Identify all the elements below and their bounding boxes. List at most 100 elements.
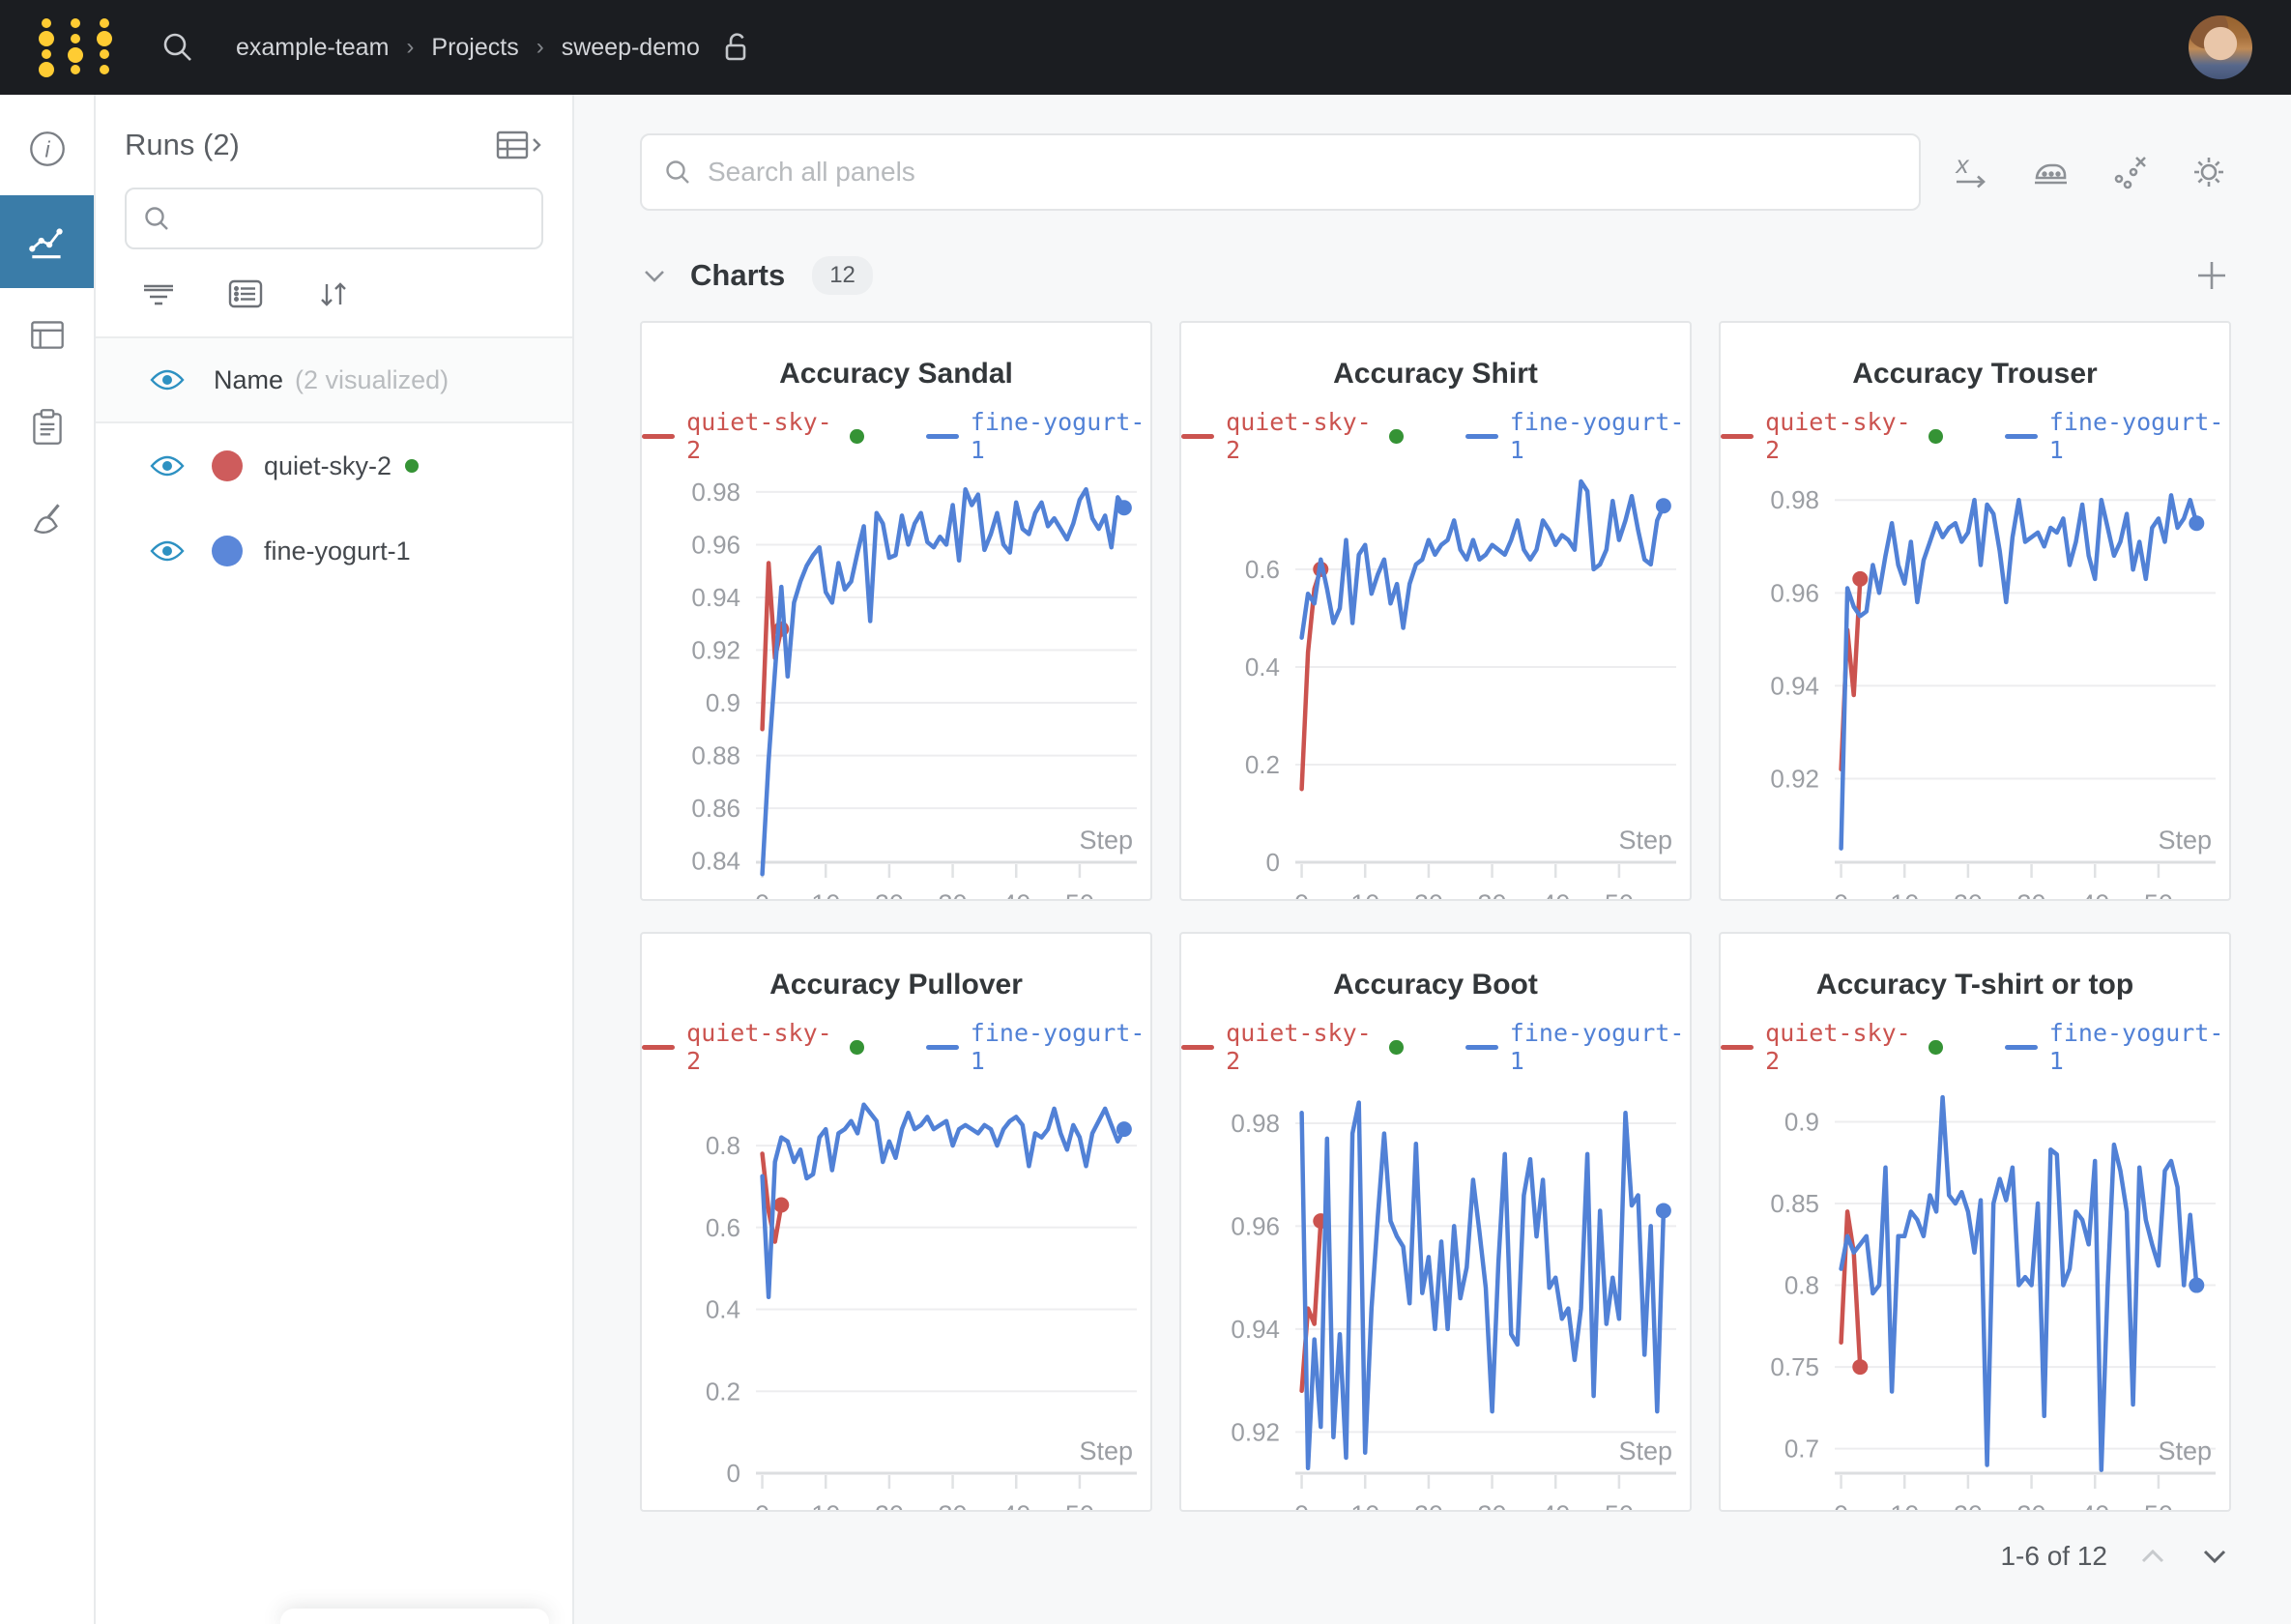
eye-icon[interactable]	[150, 367, 185, 392]
topbar: example-team › Projects › sweep-demo	[0, 0, 2291, 95]
chart-plot[interactable]: 0.70.750.80.850.901020304050Step	[1721, 1079, 2231, 1512]
legend-running-dot	[1928, 429, 1942, 444]
pagination-prev-chevron[interactable]	[2136, 1545, 2169, 1568]
svg-text:0.92: 0.92	[1231, 1417, 1280, 1446]
legend-item-quiet-sky-2[interactable]: quiet-sky-2	[1721, 408, 1943, 464]
chart-panel[interactable]: Accuracy Pulloverquiet-sky-2fine-yogurt-…	[640, 932, 1152, 1512]
legend-running-dot	[850, 429, 863, 444]
svg-text:30: 30	[1478, 889, 1507, 901]
runs-search-box	[125, 188, 543, 249]
legend-line-swatch	[1181, 434, 1214, 439]
legend-item-fine-yogurt-1[interactable]: fine-yogurt-1	[2005, 408, 2229, 464]
svg-text:0.4: 0.4	[706, 1295, 740, 1324]
chart-plot[interactable]: 00.20.40.60.801020304050Step	[642, 1079, 1152, 1512]
breadcrumb-project-name[interactable]: sweep-demo	[562, 34, 700, 62]
breadcrumb: example-team › Projects › sweep-demo	[236, 31, 752, 64]
breadcrumb-separator: ›	[406, 34, 414, 61]
svg-text:0.86: 0.86	[691, 794, 740, 823]
svg-text:0.94: 0.94	[1231, 1315, 1280, 1344]
svg-text:50: 50	[1065, 889, 1094, 901]
pagination-next-chevron[interactable]	[2198, 1545, 2231, 1568]
runs-header-row: Name (2 visualized)	[96, 336, 572, 423]
run-name[interactable]: fine-yogurt-1	[264, 536, 411, 566]
chart-legend: quiet-sky-2 fine-yogurt-1	[1721, 1019, 2229, 1075]
legend-item-fine-yogurt-1[interactable]: fine-yogurt-1	[2005, 1019, 2229, 1075]
chart-legend: quiet-sky-2 fine-yogurt-1	[642, 408, 1150, 464]
chart-title: Accuracy Sandal	[642, 358, 1150, 391]
x-axis-icon[interactable]: x	[1949, 150, 1993, 194]
charts-section-title: Charts	[690, 258, 785, 293]
svg-text:0.96: 0.96	[1770, 578, 1819, 607]
chart-plot[interactable]: 00.20.40.601020304050Step	[1181, 468, 1692, 901]
runs-column-name[interactable]: Name	[214, 365, 283, 395]
legend-run-name: fine-yogurt-1	[2049, 408, 2229, 464]
svg-text:0.92: 0.92	[1770, 765, 1819, 794]
avatar[interactable]	[2189, 15, 2252, 79]
chart-panel[interactable]: Accuracy Shirtquiet-sky-2fine-yogurt-100…	[1179, 321, 1692, 901]
legend-item-fine-yogurt-1[interactable]: fine-yogurt-1	[1465, 1019, 1690, 1075]
legend-line-swatch	[926, 1045, 959, 1050]
svg-text:Step: Step	[2158, 1436, 2212, 1465]
svg-text:0.4: 0.4	[1245, 652, 1280, 682]
svg-text:0.9: 0.9	[1784, 1107, 1819, 1136]
legend-run-name: quiet-sky-2	[1765, 408, 1917, 464]
global-search-icon[interactable]	[159, 28, 197, 67]
rail-item-sweeps[interactable]	[0, 474, 94, 566]
chart-plot[interactable]: 0.920.940.960.9801020304050Step	[1721, 468, 2231, 901]
charts-section-collapse-chevron[interactable]	[640, 265, 669, 286]
smoothing-iron-icon[interactable]	[2028, 150, 2073, 194]
wandb-logo[interactable]	[25, 14, 131, 81]
rail-item-table[interactable]	[0, 288, 94, 381]
legend-item-quiet-sky-2[interactable]: quiet-sky-2	[642, 408, 864, 464]
run-row-fine-yogurt-1[interactable]: fine-yogurt-1	[96, 508, 572, 594]
svg-text:30: 30	[939, 1500, 968, 1512]
expand-table-icon[interactable]	[495, 128, 543, 162]
legend-item-quiet-sky-2[interactable]: quiet-sky-2	[642, 1019, 864, 1075]
table-icon	[25, 312, 70, 357]
sort-icon[interactable]	[314, 276, 351, 311]
legend-item-fine-yogurt-1[interactable]: fine-yogurt-1	[926, 408, 1150, 464]
settings-gear-icon[interactable]	[2187, 150, 2231, 194]
legend-item-quiet-sky-2[interactable]: quiet-sky-2	[1721, 1019, 1943, 1075]
legend-run-name: fine-yogurt-1	[1510, 408, 1690, 464]
legend-line-swatch	[2005, 1045, 2038, 1050]
svg-text:0: 0	[1834, 889, 1848, 901]
rail-item-reports[interactable]	[0, 381, 94, 474]
breadcrumb-projects[interactable]: Projects	[431, 34, 518, 62]
panel-search-input[interactable]	[708, 157, 1898, 188]
svg-text:10: 10	[811, 1500, 840, 1512]
legend-item-fine-yogurt-1[interactable]: fine-yogurt-1	[1465, 408, 1690, 464]
svg-text:0.6: 0.6	[1245, 555, 1280, 584]
filter-icon[interactable]	[140, 277, 177, 310]
runs-visualized-count: (2 visualized)	[295, 365, 449, 395]
add-panel-plus-icon[interactable]	[2192, 256, 2231, 295]
eye-icon[interactable]	[150, 538, 185, 564]
runs-search-input[interactable]	[183, 205, 526, 233]
eye-icon[interactable]	[150, 453, 185, 478]
legend-item-quiet-sky-2[interactable]: quiet-sky-2	[1181, 1019, 1404, 1075]
svg-text:10: 10	[1350, 889, 1379, 901]
legend-item-fine-yogurt-1[interactable]: fine-yogurt-1	[926, 1019, 1150, 1075]
chart-plot[interactable]: 0.840.860.880.90.920.940.960.98010203040…	[642, 468, 1152, 901]
svg-text:0.2: 0.2	[706, 1377, 740, 1406]
chart-panel[interactable]: Accuracy Bootquiet-sky-2fine-yogurt-10.9…	[1179, 932, 1692, 1512]
svg-text:0.92: 0.92	[691, 636, 740, 665]
chart-panel[interactable]: Accuracy Sandal quiet-sky-2 fine-yogurt-1 0…	[640, 321, 1152, 901]
breadcrumb-team[interactable]: example-team	[236, 34, 389, 62]
charts-grid: Accuracy Sandalquiet-sky-2fine-yogurt-10…	[640, 321, 2231, 1512]
chart-panel[interactable]: Accuracy T-shirt or topquiet-sky-2fine-y…	[1719, 932, 2231, 1512]
chart-panel[interactable]: Accuracy Trouserquiet-sky-2fine-yogurt-1…	[1719, 321, 2231, 901]
remove-outliers-icon[interactable]	[2107, 150, 2152, 194]
rail-item-workspace[interactable]	[0, 195, 94, 288]
svg-text:0.94: 0.94	[1770, 671, 1819, 700]
run-name[interactable]: quiet-sky-2	[264, 451, 392, 481]
rail-item-overview[interactable]: i	[0, 102, 94, 195]
svg-text:50: 50	[1605, 1500, 1634, 1512]
runs-sidebar: Runs (2)	[96, 95, 574, 1624]
unlock-icon[interactable]	[721, 31, 752, 64]
legend-item-quiet-sky-2[interactable]: quiet-sky-2	[1181, 408, 1404, 464]
svg-text:0.9: 0.9	[706, 688, 740, 717]
list-icon[interactable]	[227, 277, 264, 310]
chart-plot[interactable]: 0.920.940.960.9801020304050Step	[1181, 1079, 1692, 1512]
run-row-quiet-sky-2[interactable]: quiet-sky-2	[96, 423, 572, 508]
